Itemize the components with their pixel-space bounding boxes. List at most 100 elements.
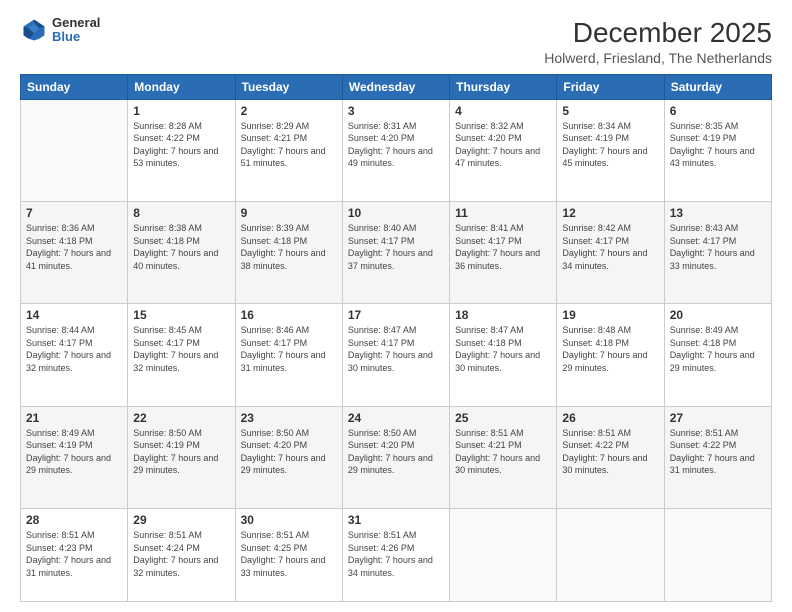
table-row: 16Sunrise: 8:46 AMSunset: 4:17 PMDayligh…: [235, 304, 342, 406]
table-row: 22Sunrise: 8:50 AMSunset: 4:19 PMDayligh…: [128, 406, 235, 508]
table-row: 9Sunrise: 8:39 AMSunset: 4:18 PMDaylight…: [235, 201, 342, 303]
table-row: 3Sunrise: 8:31 AMSunset: 4:20 PMDaylight…: [342, 99, 449, 201]
day-info: Sunrise: 8:51 AMSunset: 4:22 PMDaylight:…: [562, 427, 658, 477]
table-row: 12Sunrise: 8:42 AMSunset: 4:17 PMDayligh…: [557, 201, 664, 303]
table-row: 21 Sunrise: 8:49 AMSunset: 4:19 PMDayligh…: [21, 406, 128, 508]
day-number: 18: [455, 308, 551, 322]
table-row: 8Sunrise: 8:38 AMSunset: 4:18 PMDaylight…: [128, 201, 235, 303]
day-info: Sunrise: 8:42 AMSunset: 4:17 PMDaylight:…: [562, 222, 658, 272]
day-info: Sunrise: 8:28 AMSunset: 4:22 PMDaylight:…: [133, 120, 229, 170]
table-row: 23 Sunrise: 8:50 AMSunset: 4:20 PMDayligh…: [235, 406, 342, 508]
day-info: Sunrise: 8:49 AMSunset: 4:19 PMDaylight:…: [26, 427, 122, 477]
day-info: Sunrise: 8:51 AMSunset: 4:21 PMDaylight:…: [455, 427, 551, 477]
table-row: 11Sunrise: 8:41 AMSunset: 4:17 PMDayligh…: [450, 201, 557, 303]
day-number: 1: [133, 104, 229, 118]
day-info: Sunrise: 8:50 AMSunset: 4:19 PMDaylight:…: [133, 427, 229, 477]
header-friday: Friday: [557, 74, 664, 99]
calendar-week-row: 28Sunrise: 8:51 AMSunset: 4:23 PMDayligh…: [21, 508, 772, 601]
day-number: 4: [455, 104, 551, 118]
day-number: 14: [26, 308, 122, 322]
table-row: [450, 508, 557, 601]
day-info: Sunrise: 8:38 AMSunset: 4:18 PMDaylight:…: [133, 222, 229, 272]
day-info: Sunrise: 8:36 AMSunset: 4:18 PMDaylight:…: [26, 222, 122, 272]
table-row: 13Sunrise: 8:43 AMSunset: 4:17 PMDayligh…: [664, 201, 771, 303]
header-sunday: Sunday: [21, 74, 128, 99]
day-number: 2: [241, 104, 337, 118]
table-row: 7Sunrise: 8:36 AMSunset: 4:18 PMDaylight…: [21, 201, 128, 303]
day-info: Sunrise: 8:44 AMSunset: 4:17 PMDaylight:…: [26, 324, 122, 374]
day-info: Sunrise: 8:51 AMSunset: 4:23 PMDaylight:…: [26, 529, 122, 579]
table-row: 31Sunrise: 8:51 AMSunset: 4:26 PMDayligh…: [342, 508, 449, 601]
day-number: 6: [670, 104, 766, 118]
logo-icon: [20, 16, 48, 44]
day-info: Sunrise: 8:47 AMSunset: 4:17 PMDaylight:…: [348, 324, 444, 374]
day-info: Sunrise: 8:49 AMSunset: 4:18 PMDaylight:…: [670, 324, 766, 374]
day-info: Sunrise: 8:48 AMSunset: 4:18 PMDaylight:…: [562, 324, 658, 374]
header-tuesday: Tuesday: [235, 74, 342, 99]
day-number: 9: [241, 206, 337, 220]
day-info: Sunrise: 8:51 AMSunset: 4:26 PMDaylight:…: [348, 529, 444, 579]
calendar-week-row: 14 Sunrise: 8:44 AMSunset: 4:17 PMDayligh…: [21, 304, 772, 406]
table-row: 4 Sunrise: 8:32 AMSunset: 4:20 PMDaylight…: [450, 99, 557, 201]
calendar-week-row: 1 Sunrise: 8:28 AMSunset: 4:22 PMDaylight…: [21, 99, 772, 201]
day-number: 3: [348, 104, 444, 118]
logo-text: General Blue: [52, 16, 100, 45]
main-title: December 2025: [544, 16, 772, 50]
table-row: 19 Sunrise: 8:48 AMSunset: 4:18 PMDayligh…: [557, 304, 664, 406]
table-row: 18 Sunrise: 8:47 AMSunset: 4:18 PMDayligh…: [450, 304, 557, 406]
table-row: 28Sunrise: 8:51 AMSunset: 4:23 PMDayligh…: [21, 508, 128, 601]
title-area: December 2025 Holwerd, Friesland, The Ne…: [544, 16, 772, 66]
day-info: Sunrise: 8:41 AMSunset: 4:17 PMDaylight:…: [455, 222, 551, 272]
day-number: 25: [455, 411, 551, 425]
header: General Blue December 2025 Holwerd, Frie…: [20, 16, 772, 66]
day-number: 19: [562, 308, 658, 322]
header-saturday: Saturday: [664, 74, 771, 99]
day-info: Sunrise: 8:51 AMSunset: 4:22 PMDaylight:…: [670, 427, 766, 477]
table-row: 27 Sunrise: 8:51 AMSunset: 4:22 PMDayligh…: [664, 406, 771, 508]
table-row: 26 Sunrise: 8:51 AMSunset: 4:22 PMDayligh…: [557, 406, 664, 508]
calendar-body: 1 Sunrise: 8:28 AMSunset: 4:22 PMDaylight…: [21, 99, 772, 601]
day-info: Sunrise: 8:45 AMSunset: 4:17 PMDaylight:…: [133, 324, 229, 374]
day-number: 24: [348, 411, 444, 425]
logo-general-text: General: [52, 16, 100, 30]
logo-blue-text: Blue: [52, 30, 100, 44]
day-info: Sunrise: 8:32 AMSunset: 4:20 PMDaylight:…: [455, 120, 551, 170]
page: General Blue December 2025 Holwerd, Frie…: [0, 0, 792, 612]
day-info: Sunrise: 8:40 AMSunset: 4:17 PMDaylight:…: [348, 222, 444, 272]
table-row: 30 Sunrise: 8:51 AMSunset: 4:25 PMDayligh…: [235, 508, 342, 601]
day-info: Sunrise: 8:50 AMSunset: 4:20 PMDaylight:…: [241, 427, 337, 477]
table-row: [557, 508, 664, 601]
table-row: 29 Sunrise: 8:51 AMSunset: 4:24 PMDayligh…: [128, 508, 235, 601]
table-row: [664, 508, 771, 601]
table-row: 15 Sunrise: 8:45 AMSunset: 4:17 PMDayligh…: [128, 304, 235, 406]
day-info: Sunrise: 8:34 AMSunset: 4:19 PMDaylight:…: [562, 120, 658, 170]
day-number: 21: [26, 411, 122, 425]
table-row: 10 Sunrise: 8:40 AMSunset: 4:17 PMDayligh…: [342, 201, 449, 303]
day-info: Sunrise: 8:46 AMSunset: 4:17 PMDaylight:…: [241, 324, 337, 374]
day-number: 30: [241, 513, 337, 527]
day-info: Sunrise: 8:47 AMSunset: 4:18 PMDaylight:…: [455, 324, 551, 374]
logo: General Blue: [20, 16, 100, 45]
day-number: 27: [670, 411, 766, 425]
day-info: Sunrise: 8:35 AMSunset: 4:19 PMDaylight:…: [670, 120, 766, 170]
header-monday: Monday: [128, 74, 235, 99]
day-number: 10: [348, 206, 444, 220]
calendar-table: Sunday Monday Tuesday Wednesday Thursday…: [20, 74, 772, 602]
day-info: Sunrise: 8:29 AMSunset: 4:21 PMDaylight:…: [241, 120, 337, 170]
calendar-week-row: 21 Sunrise: 8:49 AMSunset: 4:19 PMDayligh…: [21, 406, 772, 508]
day-number: 13: [670, 206, 766, 220]
day-number: 23: [241, 411, 337, 425]
day-number: 5: [562, 104, 658, 118]
day-info: Sunrise: 8:51 AMSunset: 4:25 PMDaylight:…: [241, 529, 337, 579]
day-info: Sunrise: 8:51 AMSunset: 4:24 PMDaylight:…: [133, 529, 229, 579]
table-row: 24 Sunrise: 8:50 AMSunset: 4:20 PMDayligh…: [342, 406, 449, 508]
day-number: 29: [133, 513, 229, 527]
day-info: Sunrise: 8:50 AMSunset: 4:20 PMDaylight:…: [348, 427, 444, 477]
day-number: 17: [348, 308, 444, 322]
subtitle: Holwerd, Friesland, The Netherlands: [544, 50, 772, 66]
table-row: 17 Sunrise: 8:47 AMSunset: 4:17 PMDayligh…: [342, 304, 449, 406]
day-number: 15: [133, 308, 229, 322]
day-number: 26: [562, 411, 658, 425]
day-header-row: Sunday Monday Tuesday Wednesday Thursday…: [21, 74, 772, 99]
table-row: 5 Sunrise: 8:34 AMSunset: 4:19 PMDaylight…: [557, 99, 664, 201]
